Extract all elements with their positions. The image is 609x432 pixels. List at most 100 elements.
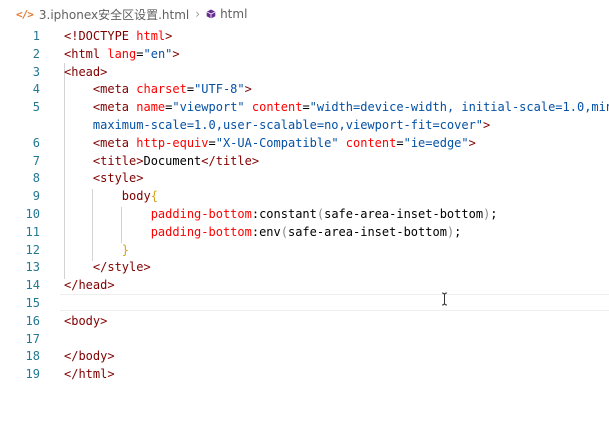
code-token: <meta xyxy=(64,82,137,97)
code-token: body xyxy=(64,189,151,204)
line-number: 6 xyxy=(32,135,40,150)
code-token: lang xyxy=(107,46,137,61)
code-token: { xyxy=(150,189,158,204)
code-line[interactable]: maximum-scale=1.0,user-scalable=no,viewp… xyxy=(0,116,609,134)
breadcrumb-symbol[interactable]: html xyxy=(220,7,247,21)
breadcrumb: </> 3.iphonex安全区设置.html › html xyxy=(0,0,609,28)
code-token: <html xyxy=(64,46,108,61)
line-number: 9 xyxy=(32,189,40,204)
code-token: padding-bottom xyxy=(64,207,252,221)
code-token: <!DOCTYPE xyxy=(64,29,137,43)
code-token: "en" xyxy=(143,46,173,61)
code-line[interactable]: 18 </body> xyxy=(0,347,609,365)
code-line[interactable]: 14 </head> xyxy=(0,276,609,294)
code-token: charset xyxy=(136,82,187,97)
code-line[interactable]: 9 body{ xyxy=(0,187,609,205)
code-token: = xyxy=(136,46,144,61)
code-line[interactable]: 11 padding-bottom:env(safe-area-inset-bo… xyxy=(0,223,609,241)
code-token: = xyxy=(302,100,310,115)
line-number: 19 xyxy=(25,367,40,382)
code-text: <title>Document</title> xyxy=(64,152,259,170)
code-text: <!DOCTYPE html> xyxy=(64,27,172,45)
code-token: "viewport" xyxy=(172,100,245,115)
line-number: 11 xyxy=(25,224,40,239)
code-token: "ie=edge" xyxy=(403,135,469,150)
code-line[interactable]: 4 <meta charset="UTF-8"> xyxy=(0,80,609,98)
code-token: <meta xyxy=(64,135,137,150)
code-token: ; xyxy=(454,224,462,239)
code-token: Document xyxy=(143,153,202,168)
code-line[interactable]: 8 <style> xyxy=(0,169,609,187)
code-token: <title> xyxy=(64,153,144,168)
code-token: padding-bottom xyxy=(64,224,252,239)
code-text: <meta http-equiv="X-UA-Compatible" conte… xyxy=(64,134,476,152)
code-line[interactable]: 6 <meta http-equiv="X-UA-Compatible" con… xyxy=(0,134,609,152)
code-text: maximum-scale=1.0,user-scalable=no,viewp… xyxy=(64,116,490,134)
code-token: > xyxy=(172,46,180,61)
code-token: content xyxy=(244,100,303,115)
line-number: 16 xyxy=(25,313,40,328)
code-token: maximum-scale=1.0,user-scalable=no,viewp… xyxy=(64,118,484,132)
line-number: 17 xyxy=(25,331,40,346)
code-token: > xyxy=(483,118,491,132)
code-token: <style> xyxy=(64,171,144,186)
line-number: 3 xyxy=(32,64,40,79)
code-token: name xyxy=(136,100,166,115)
code-text: </style> xyxy=(64,258,151,276)
code-line[interactable]: 16 <body> xyxy=(0,312,609,330)
code-text: } xyxy=(64,241,129,259)
line-number: 7 xyxy=(32,153,40,168)
line-number: 2 xyxy=(32,46,40,61)
code-text: </html> xyxy=(64,365,115,383)
code-line[interactable]: 13 </style> xyxy=(0,258,609,276)
code-text: <body> xyxy=(64,312,107,330)
code-token: </title> xyxy=(201,153,260,168)
code-token: </html> xyxy=(64,367,115,382)
html-file-icon: </> xyxy=(16,7,34,21)
code-token: </body> xyxy=(64,349,115,364)
code-line[interactable]: 5 <meta name="viewport" content="width=d… xyxy=(0,98,609,116)
editor-text-area[interactable]: 1 <!DOCTYPE html> 2 <html lang="en"> 3 <head>… xyxy=(0,27,609,427)
code-token: ; xyxy=(490,207,498,221)
code-token: = xyxy=(396,135,404,150)
code-line[interactable]: 3 <head> xyxy=(0,63,609,81)
code-text: padding-bottom:constant(safe-area-inset-… xyxy=(64,205,498,223)
code-text: <meta charset="UTF-8"> xyxy=(64,80,252,98)
code-token: > xyxy=(468,135,476,150)
line-number: 1 xyxy=(32,29,40,43)
code-token: > xyxy=(244,82,252,97)
code-token: :env xyxy=(251,224,281,239)
code-token: http-equiv xyxy=(136,135,209,150)
code-line[interactable]: 10 padding-bottom:constant(safe-area-ins… xyxy=(0,205,609,223)
code-text: padding-bottom:env(safe-area-inset-botto… xyxy=(64,223,462,241)
breadcrumb-filename[interactable]: 3.iphonex安全区设置.html xyxy=(39,6,189,23)
code-line[interactable]: 12 } xyxy=(0,241,609,259)
code-line[interactable]: 7 <title>Document</title> xyxy=(0,152,609,170)
code-token: > xyxy=(165,29,173,43)
code-line[interactable]: 17 xyxy=(0,330,609,348)
line-number: 18 xyxy=(25,349,40,364)
code-text: <style> xyxy=(64,169,144,187)
breadcrumb-separator: › xyxy=(195,7,201,21)
line-number: 5 xyxy=(32,100,40,115)
code-token: } xyxy=(64,242,130,257)
code-line[interactable]: 19 </html> xyxy=(0,365,609,383)
code-token: </head> xyxy=(64,278,115,293)
code-token: = xyxy=(186,82,195,97)
cube-symbol-icon xyxy=(206,9,216,19)
code-token: "UTF-8" xyxy=(194,82,245,97)
code-token: "width=device-width, initial-scale=1.0,m… xyxy=(309,100,609,115)
code-token: ( xyxy=(280,224,288,239)
code-token: safe-area-inset-bottom xyxy=(287,224,447,239)
code-token: <meta xyxy=(64,100,137,115)
code-line[interactable]: 2 <html lang="en"> xyxy=(0,45,609,63)
code-token: <body> xyxy=(64,313,108,328)
code-token: <head> xyxy=(64,64,108,79)
code-line[interactable]: 1 <!DOCTYPE html> xyxy=(0,27,609,45)
line-number: 12 xyxy=(25,242,40,257)
code-editor-window: </> 3.iphonex安全区设置.html › html 1 <!DOCTYP… xyxy=(0,0,609,432)
code-token: </style> xyxy=(64,260,151,275)
code-line[interactable]: 15 xyxy=(0,294,609,312)
code-text: <html lang="en"> xyxy=(64,45,180,63)
text-cursor-icon xyxy=(441,292,448,306)
